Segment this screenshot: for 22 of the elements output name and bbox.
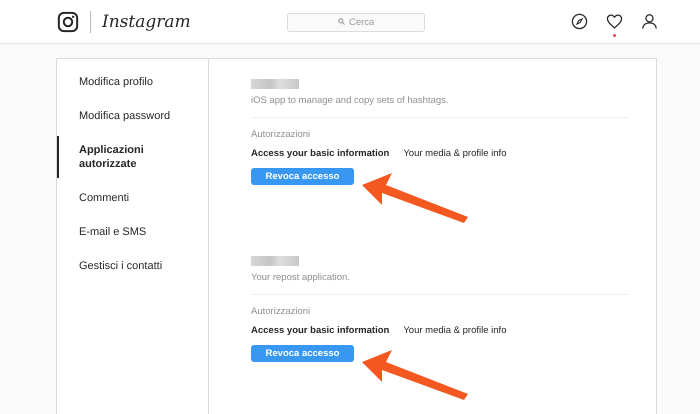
heart-icon[interactable] — [606, 13, 623, 30]
permission-name: Access your basic information — [251, 325, 390, 336]
search-field[interactable]: Cerca — [287, 13, 425, 32]
app-description: iOS app to manage and copy sets of hashtags. — [251, 95, 450, 106]
sidebar-item[interactable]: E-mail e SMS — [57, 218, 209, 246]
compass-icon[interactable] — [571, 13, 588, 30]
permission-detail: Your media & profile info — [403, 325, 506, 336]
permission-detail: Your media & profile info — [403, 148, 506, 159]
sidebar-item[interactable]: Modifica password — [57, 102, 209, 130]
camera-icon[interactable] — [57, 10, 79, 32]
permissions-heading: Autorizzazioni — [251, 306, 312, 317]
user-icon[interactable] — [641, 13, 658, 30]
logo-text[interactable]: Instagram — [102, 12, 191, 32]
blurred-app-name — [251, 79, 299, 89]
sidebar-item[interactable]: Commenti — [57, 184, 209, 212]
permissions-heading: Autorizzazioni — [251, 129, 312, 140]
permission-name: Access your basic information — [251, 148, 390, 159]
sidebar-item[interactable]: Gestisci i contatti — [57, 252, 209, 280]
sidebar-item[interactable]: Modifica profilo — [57, 68, 209, 96]
sidebar-item[interactable]: Applicazioni autorizzate — [57, 136, 209, 178]
blurred-app-name — [251, 256, 299, 266]
app-description: Your repost application. — [251, 272, 351, 283]
